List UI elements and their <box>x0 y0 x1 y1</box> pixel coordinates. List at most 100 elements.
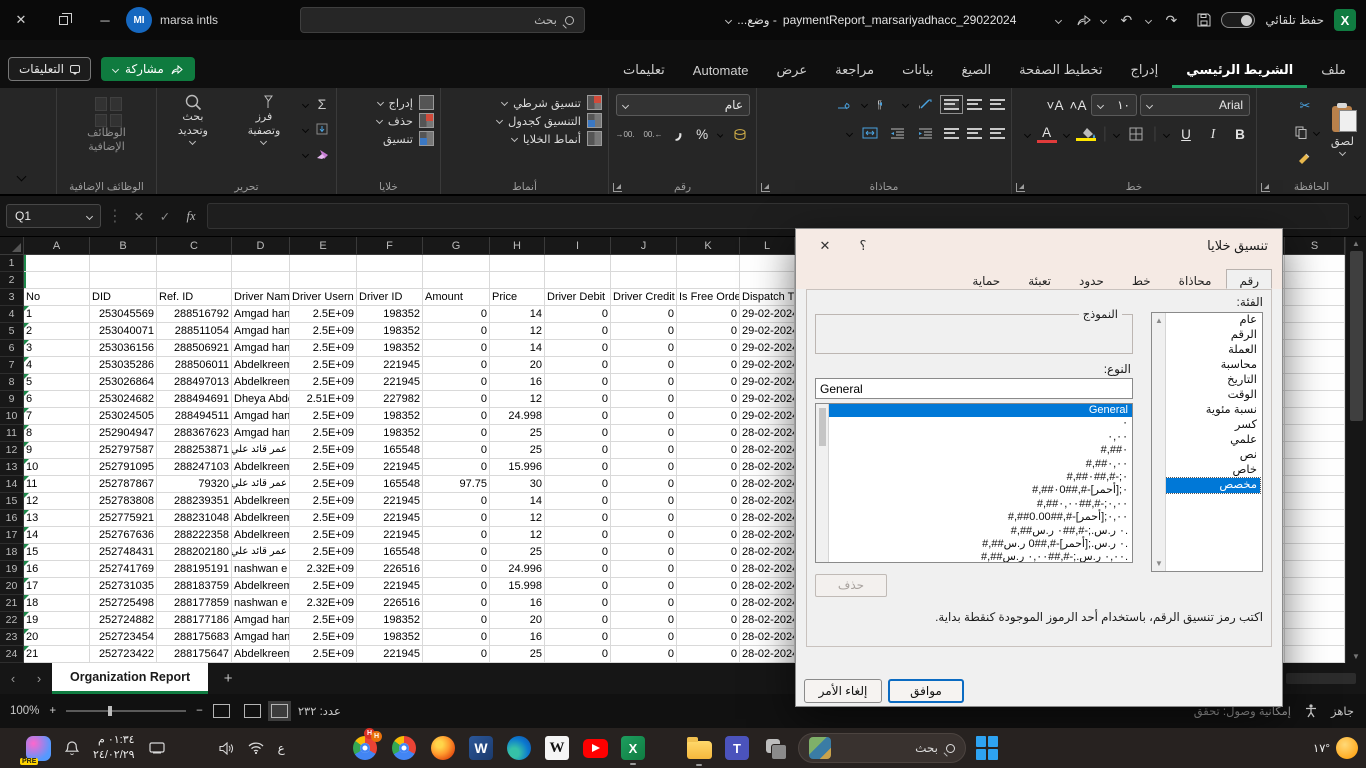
column-header-L[interactable]: L <box>740 237 795 255</box>
cell-I2[interactable] <box>545 272 611 289</box>
cell-A14[interactable]: 11 <box>24 476 90 493</box>
cell-I1[interactable] <box>545 255 611 272</box>
autosave-toggle[interactable] <box>1221 12 1255 28</box>
type-code-item[interactable]: General <box>829 404 1132 417</box>
count-indicator[interactable]: عدد: ٢٣٢ <box>298 704 341 718</box>
cell-J10[interactable]: 0 <box>611 408 677 425</box>
select-all-corner[interactable] <box>0 237 24 255</box>
cell-K5[interactable]: 0 <box>677 323 740 340</box>
delete-format-button[interactable]: حذف <box>815 574 887 597</box>
cell-I16[interactable]: 0 <box>545 510 611 527</box>
user-name[interactable]: marsa intls <box>160 13 218 27</box>
cell-H16[interactable]: 12 <box>490 510 545 527</box>
sheet-next-icon[interactable]: › <box>26 671 52 686</box>
cell-J1[interactable] <box>611 255 677 272</box>
ribbon-tab[interactable]: الشريط الرئيسي <box>1172 54 1307 88</box>
type-code-item[interactable]: #,##٠ <box>829 444 1132 457</box>
cell-E14[interactable]: 2.5E+09 <box>290 476 357 493</box>
cell-L5[interactable]: 29-02-2024 <box>740 323 795 340</box>
cell-E6[interactable]: 2.5E+09 <box>290 340 357 357</box>
row-header-14[interactable]: 14 <box>0 476 24 493</box>
cell-S18[interactable] <box>1285 544 1345 561</box>
type-code-item[interactable]: #,##٠,٠٠;[أحمر]-#,##0.00 <box>829 511 1132 524</box>
cell-J6[interactable]: 0 <box>611 340 677 357</box>
cell-L16[interactable]: 28-02-2024 <box>740 510 795 527</box>
row-header-20[interactable]: 20 <box>0 578 24 595</box>
align-left-icon[interactable] <box>944 128 959 139</box>
category-item[interactable]: عام <box>1166 313 1260 328</box>
cell-C20[interactable]: 288183759 <box>157 578 232 595</box>
type-code-item[interactable]: #,##٠;-#,##٠ <box>829 471 1132 484</box>
cell-H14[interactable]: 30 <box>490 476 545 493</box>
insert-cells-button[interactable]: إدراج <box>343 95 434 110</box>
cell-J7[interactable]: 0 <box>611 357 677 374</box>
ribbon-tab[interactable]: ملف <box>1307 54 1360 88</box>
cell-F4[interactable]: 198352 <box>357 306 423 323</box>
cell-B21[interactable]: 252725498 <box>90 595 157 612</box>
cell-B16[interactable]: 252775921 <box>90 510 157 527</box>
row-header-18[interactable]: 18 <box>0 544 24 561</box>
dialog-tab[interactable]: حماية <box>959 269 1013 289</box>
addins-button[interactable]: الوظائف الإضافية <box>61 96 152 156</box>
cell-G14[interactable]: 97.75 <box>423 476 490 493</box>
cell-J13[interactable]: 0 <box>611 459 677 476</box>
align-right-icon[interactable] <box>990 128 1005 139</box>
cast-icon[interactable] <box>149 742 165 754</box>
cell-H9[interactable]: 12 <box>490 391 545 408</box>
cell-A2[interactable] <box>24 272 90 289</box>
cell-D8[interactable]: Abdelkreem <box>232 374 290 391</box>
cell-I3[interactable]: Driver Debit <box>545 289 611 306</box>
category-item[interactable]: الوقت <box>1166 388 1260 403</box>
taskbar-chrome-profile-icon[interactable]: HH <box>352 735 378 761</box>
cell-E12[interactable]: 2.5E+09 <box>290 442 357 459</box>
category-item[interactable]: الرقم <box>1166 328 1260 343</box>
align-top-icon[interactable] <box>990 99 1005 110</box>
currency-icon[interactable] <box>730 124 750 144</box>
cell-A13[interactable]: 10 <box>24 459 90 476</box>
cell-A10[interactable]: 7 <box>24 408 90 425</box>
cell-J21[interactable]: 0 <box>611 595 677 612</box>
taskbar-edge-icon[interactable] <box>506 735 532 761</box>
save-icon[interactable] <box>1191 13 1211 27</box>
dialog-tab[interactable]: خط <box>1119 269 1164 289</box>
taskbar-task-view-icon[interactable] <box>762 735 788 761</box>
paste-button[interactable]: لصق <box>1323 92 1362 168</box>
cell-A16[interactable]: 13 <box>24 510 90 527</box>
cell-A1[interactable] <box>24 255 90 272</box>
zoom-out-icon[interactable]: − <box>196 705 203 717</box>
cell-I19[interactable]: 0 <box>545 561 611 578</box>
notification-bell-icon[interactable] <box>65 741 79 756</box>
cell-I21[interactable]: 0 <box>545 595 611 612</box>
cell-K2[interactable] <box>677 272 740 289</box>
category-item[interactable]: علمي <box>1166 433 1260 448</box>
taskbar-teams-icon[interactable]: T <box>725 736 749 760</box>
increase-indent-icon[interactable] <box>888 123 908 143</box>
row-header-10[interactable]: 10 <box>0 408 24 425</box>
cell-L2[interactable] <box>740 272 795 289</box>
column-header-B[interactable]: B <box>90 237 157 255</box>
cell-I24[interactable]: 0 <box>545 646 611 663</box>
formula-input[interactable] <box>207 203 1349 229</box>
cell-K23[interactable]: 0 <box>677 629 740 646</box>
cell-S6[interactable] <box>1285 340 1345 357</box>
format-painter-icon[interactable] <box>1291 148 1319 168</box>
cell-C11[interactable]: 288367623 <box>157 425 232 442</box>
row-header-15[interactable]: 15 <box>0 493 24 510</box>
cell-F7[interactable]: 221945 <box>357 357 423 374</box>
cell-G4[interactable]: 0 <box>423 306 490 323</box>
formula-enter-icon[interactable]: ✓ <box>155 209 175 224</box>
orientation-icon[interactable]: ab <box>916 94 936 114</box>
column-header-F[interactable]: F <box>357 237 423 255</box>
cell-J5[interactable]: 0 <box>611 323 677 340</box>
cell-S4[interactable] <box>1285 306 1345 323</box>
cell-L11[interactable]: 28-02-2024 <box>740 425 795 442</box>
cell-L15[interactable]: 28-02-2024 <box>740 493 795 510</box>
cell-H15[interactable]: 14 <box>490 493 545 510</box>
cell-C8[interactable]: 288497013 <box>157 374 232 391</box>
close-button[interactable]: ✕ <box>0 0 42 40</box>
cell-J9[interactable]: 0 <box>611 391 677 408</box>
conditional-formatting-button[interactable]: تنسيق شرطي <box>447 95 602 110</box>
cell-E9[interactable]: 2.51E+09 <box>290 391 357 408</box>
font-color-chevron-icon[interactable] <box>1024 130 1031 137</box>
cell-K19[interactable]: 0 <box>677 561 740 578</box>
